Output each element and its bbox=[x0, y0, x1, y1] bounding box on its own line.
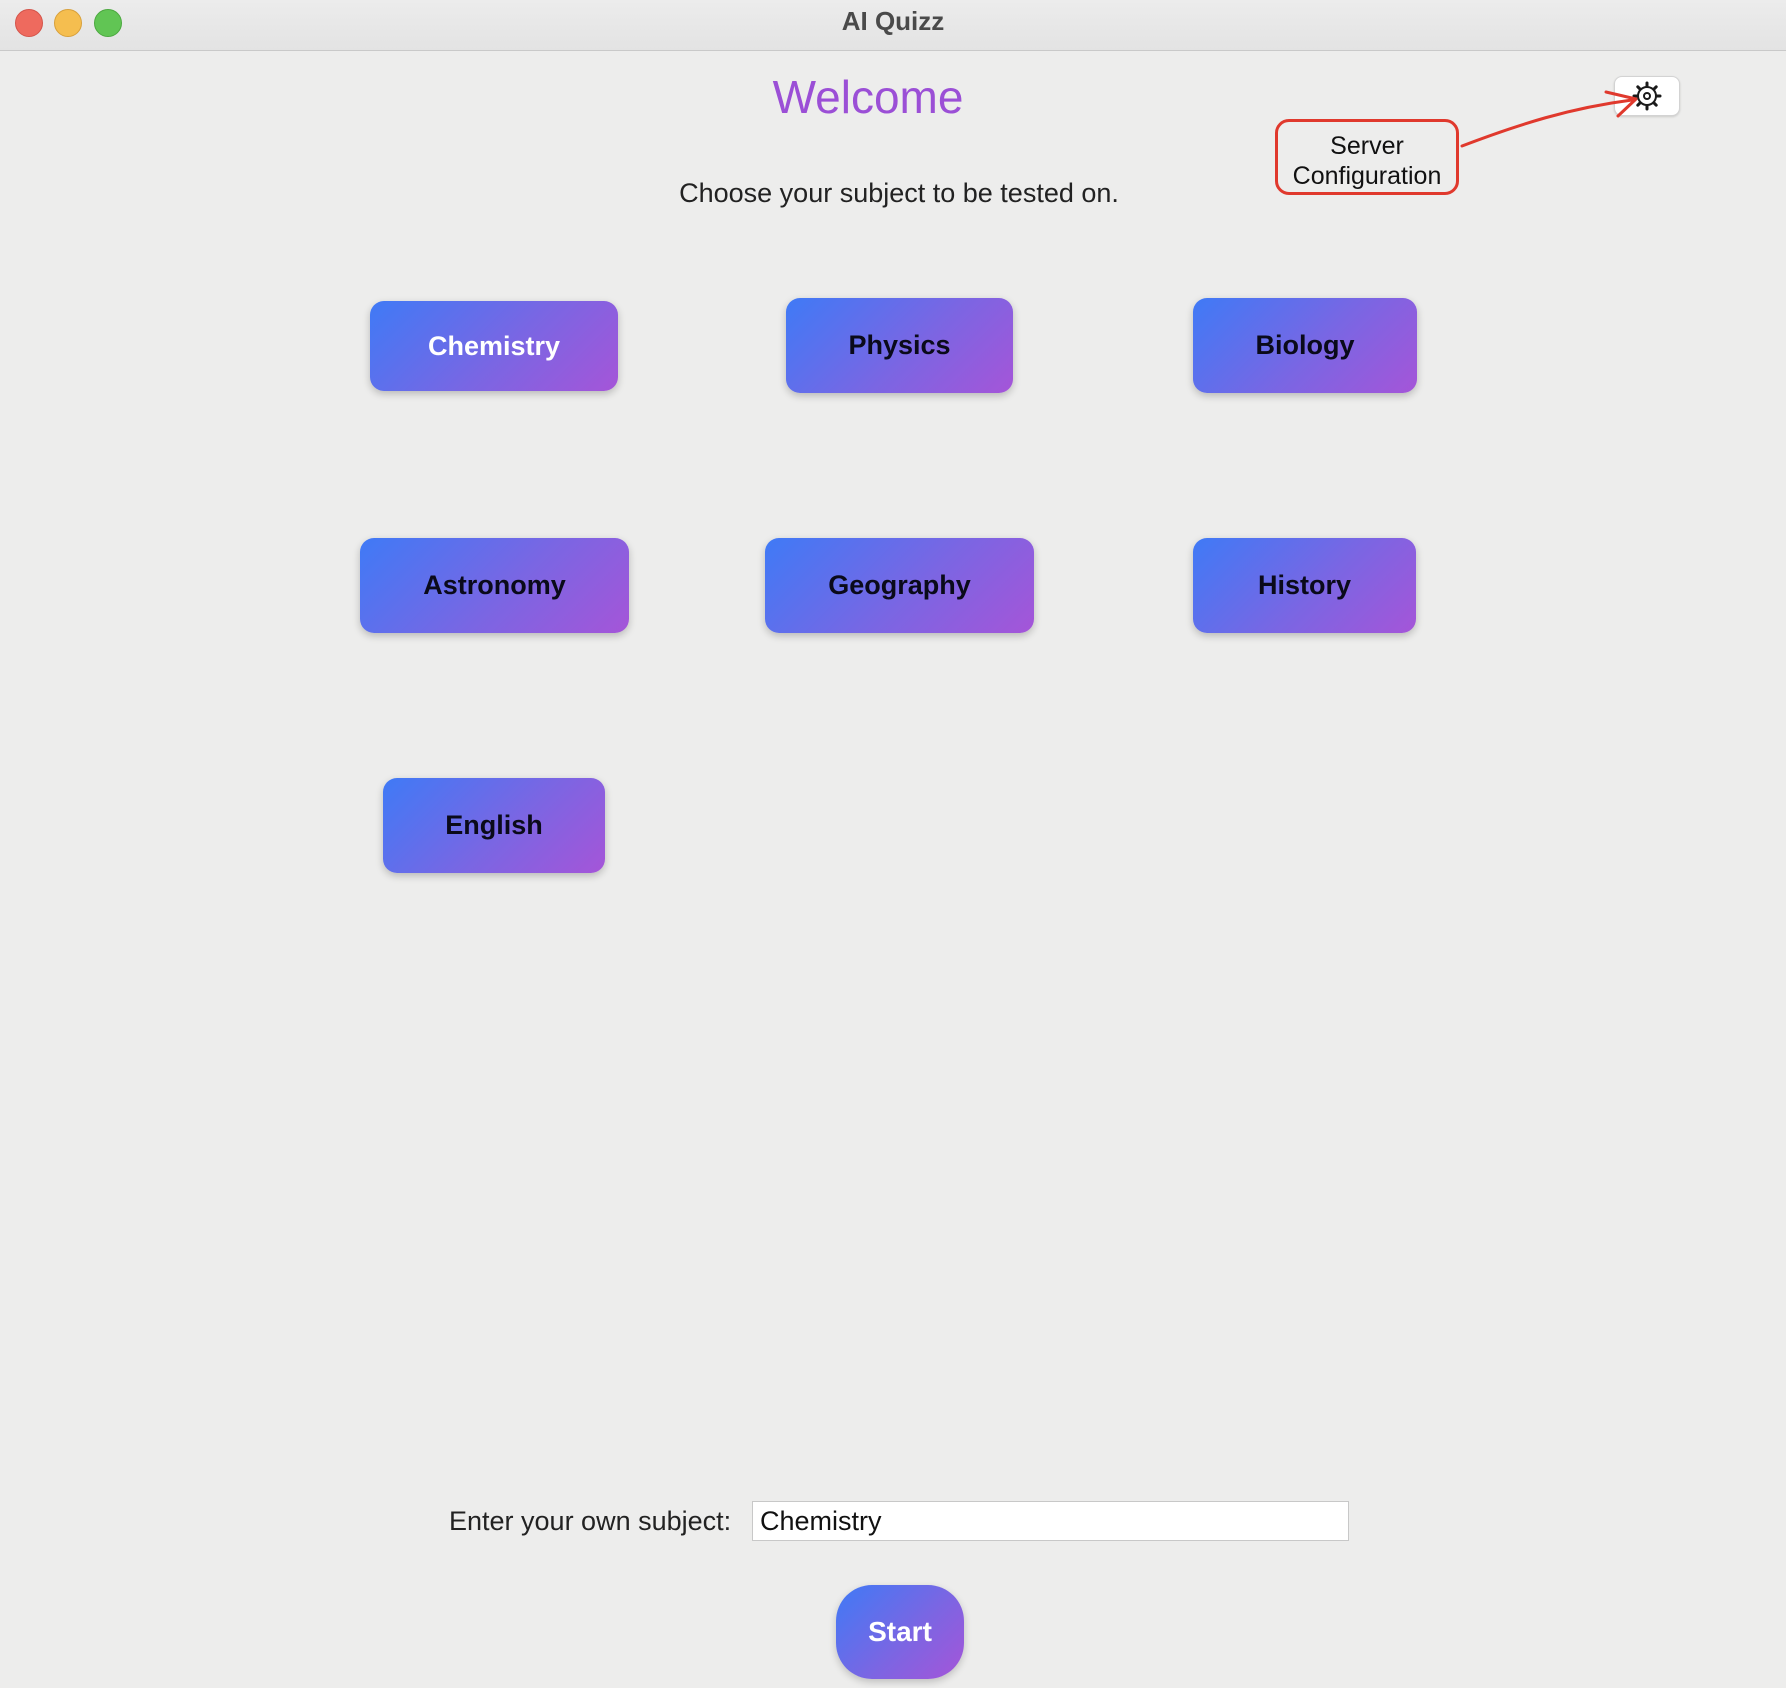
subject-button-astronomy[interactable]: Astronomy bbox=[360, 538, 629, 633]
subject-button-physics[interactable]: Physics bbox=[786, 298, 1013, 393]
callout-arrow bbox=[1460, 90, 1638, 148]
subject-button-chemistry[interactable]: Chemistry bbox=[370, 301, 618, 391]
start-button[interactable]: Start bbox=[836, 1585, 964, 1679]
custom-subject-input[interactable] bbox=[752, 1501, 1349, 1541]
subject-button-history[interactable]: History bbox=[1193, 538, 1416, 633]
subject-button-english[interactable]: English bbox=[383, 778, 605, 873]
subject-button-biology[interactable]: Biology bbox=[1193, 298, 1417, 393]
subject-button-geography[interactable]: Geography bbox=[765, 538, 1034, 633]
custom-subject-label: Enter your own subject: bbox=[449, 1506, 732, 1536]
